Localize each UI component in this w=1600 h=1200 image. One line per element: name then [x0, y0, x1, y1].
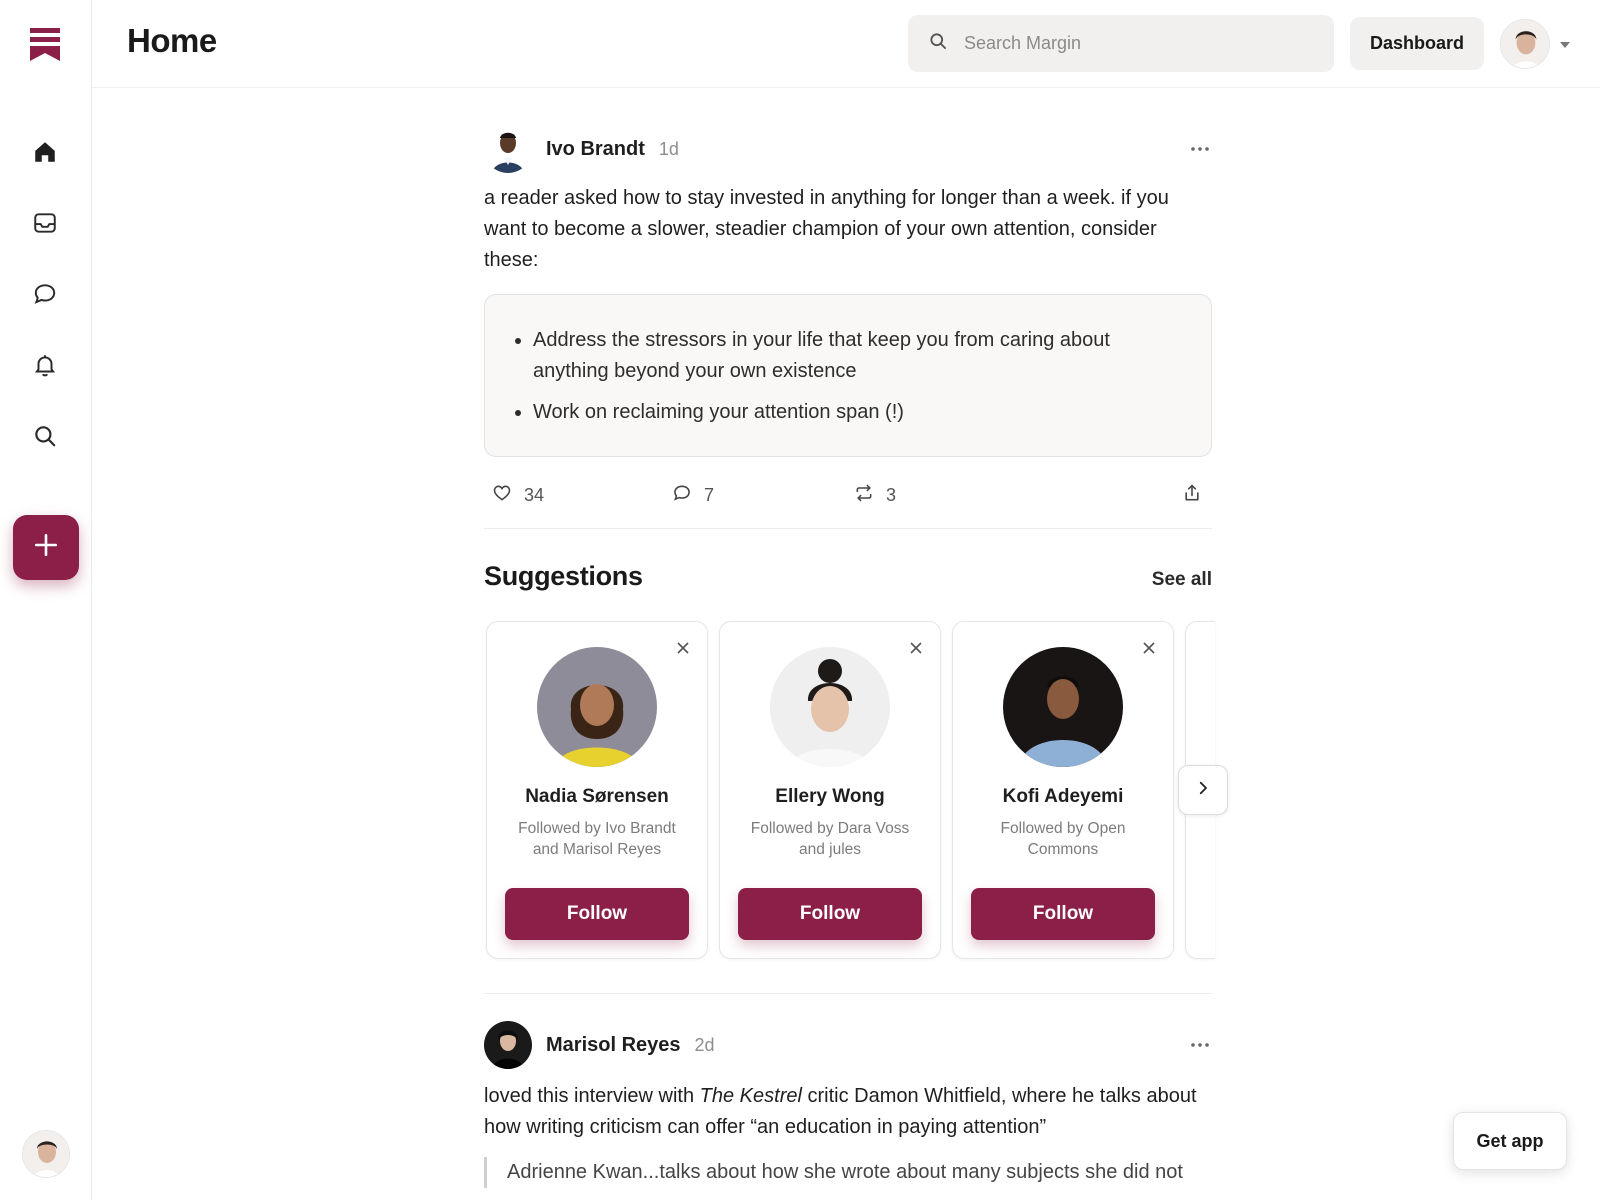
sidebar-item-home[interactable]: [22, 131, 68, 177]
left-rail: [0, 0, 92, 1200]
search-icon: [32, 423, 58, 454]
post-time: 1d: [658, 138, 679, 159]
restack-button[interactable]: 3: [854, 483, 896, 508]
author-avatar[interactable]: [484, 1021, 532, 1069]
divider: [484, 993, 1212, 994]
suggestion-card: Kofi Adeyemi Followed by Open Commons Fo…: [952, 621, 1174, 959]
followed-by-text: Followed by Ivo Brandt and Marisol Reyes: [518, 820, 676, 858]
see-all-link[interactable]: See all: [1152, 569, 1212, 591]
chevron-right-icon: [1194, 779, 1212, 802]
plus-icon: [33, 532, 59, 563]
chat-icon: [32, 281, 58, 312]
comment-count: 7: [704, 485, 715, 505]
more-options-icon[interactable]: [1188, 137, 1212, 161]
feed: Ivo Brandt 1d a reader asked how to stay…: [484, 88, 1228, 1188]
search-placeholder: Search Margin: [964, 33, 1082, 53]
get-app-button[interactable]: Get app: [1453, 1112, 1567, 1170]
user-avatar: [1500, 19, 1550, 69]
sidebar-item-inbox[interactable]: [22, 202, 68, 248]
post-actions: 34 7 3: [484, 457, 1212, 529]
list-item: Work on reclaiming your attention span (…: [533, 397, 1183, 428]
dashboard-button[interactable]: Dashboard: [1350, 17, 1484, 70]
author-name[interactable]: Marisol Reyes: [546, 1034, 681, 1057]
search-icon: [928, 31, 948, 56]
home-icon: [32, 139, 58, 170]
suggestion-avatar[interactable]: [1003, 647, 1123, 767]
suggestions-section: Suggestions See all Nadia Sørensen Follo…: [484, 529, 1228, 994]
like-button[interactable]: 34: [492, 483, 544, 508]
suggestion-name[interactable]: Ellery Wong: [720, 786, 940, 808]
profile-menu[interactable]: [1500, 18, 1578, 70]
more-options-icon[interactable]: [1188, 1033, 1212, 1057]
share-icon: [1182, 483, 1202, 508]
post-body: a reader asked how to stay invested in a…: [484, 187, 1169, 271]
post-time: 2d: [694, 1034, 715, 1055]
dismiss-icon[interactable]: [675, 640, 691, 656]
post-body-text: loved this interview with: [484, 1085, 700, 1107]
follow-button[interactable]: Follow: [971, 888, 1155, 940]
inbox-icon: [32, 210, 58, 241]
post-body: loved this interview with The Kestrel cr…: [484, 1081, 1212, 1143]
suggestion-card: Ellery Wong Followed by Dara Voss and ju…: [719, 621, 941, 959]
post-header: Marisol Reyes 2d: [484, 1021, 1212, 1069]
followed-by-text: Followed by Open Commons: [1000, 820, 1126, 858]
follow-button[interactable]: Follow: [738, 888, 922, 940]
chevron-down-icon: [1560, 35, 1570, 53]
heart-icon: [492, 483, 512, 508]
author-name[interactable]: Ivo Brandt: [546, 138, 645, 161]
post-header: Ivo Brandt 1d: [484, 125, 1212, 173]
page-title: Home: [127, 22, 217, 59]
compose-button[interactable]: [13, 515, 79, 580]
suggestion-carousel: Nadia Sørensen Followed by Ivo Brandt an…: [484, 621, 1228, 961]
suggestion-avatar[interactable]: [770, 647, 890, 767]
post-list-box: Address the stressors in your life that …: [484, 294, 1212, 457]
post-quote: Adrienne Kwan...talks about how she wrot…: [484, 1157, 1212, 1188]
suggestion-name[interactable]: Kofi Adeyemi: [953, 786, 1173, 808]
sidebar-item-notifications[interactable]: [22, 344, 68, 390]
carousel-next-button[interactable]: [1178, 765, 1228, 815]
like-count: 34: [524, 485, 545, 505]
restack-count: 3: [886, 485, 897, 505]
brand-logo-icon[interactable]: [30, 28, 60, 62]
follow-button[interactable]: Follow: [505, 888, 689, 940]
post: Ivo Brandt 1d a reader asked how to stay…: [484, 125, 1212, 529]
sidebar-item-chat[interactable]: [22, 273, 68, 319]
top-bar: Home Search Margin Dashboard: [92, 0, 1600, 88]
followed-by-text: Followed by Dara Voss and jules: [750, 820, 910, 858]
share-button[interactable]: [1182, 483, 1202, 508]
suggestion-avatar[interactable]: [537, 647, 657, 767]
app-root: Home Search Margin Dashboard Ivo Brandt …: [0, 0, 1600, 1200]
suggestion-name[interactable]: Nadia Sørensen: [487, 786, 707, 808]
comment-button[interactable]: 7: [672, 483, 714, 508]
search-input[interactable]: Search Margin: [908, 15, 1334, 72]
restack-icon: [854, 483, 874, 508]
sidebar-user-avatar[interactable]: [22, 1130, 70, 1178]
dismiss-icon[interactable]: [908, 640, 924, 656]
publication-title: The Kestrel: [699, 1085, 802, 1107]
suggestions-title: Suggestions: [484, 561, 643, 591]
comment-icon: [672, 483, 692, 508]
list-item: Address the stressors in your life that …: [533, 325, 1183, 387]
sidebar-item-search[interactable]: [22, 415, 68, 461]
post: Marisol Reyes 2d loved this interview wi…: [484, 1021, 1212, 1188]
author-avatar[interactable]: [484, 125, 532, 173]
suggestion-card: Nadia Sørensen Followed by Ivo Brandt an…: [486, 621, 708, 959]
bell-icon: [32, 352, 58, 383]
dismiss-icon[interactable]: [1141, 640, 1157, 656]
